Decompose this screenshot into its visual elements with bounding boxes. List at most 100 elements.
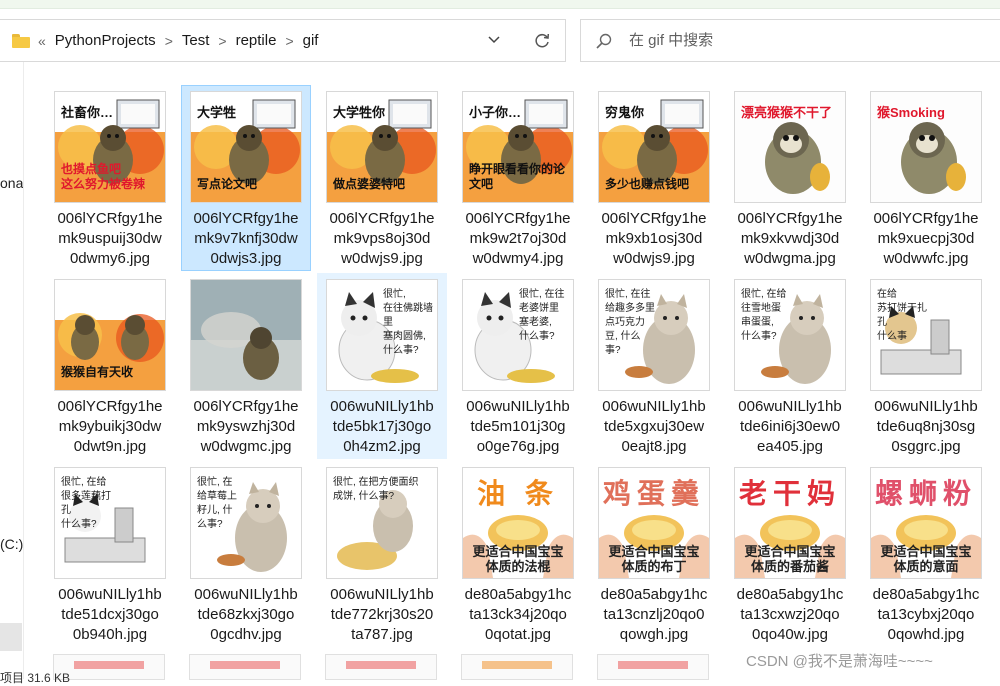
file-item[interactable]: 很忙, 在往 老婆饼里 塞老婆, 什么事? 006wuNILly1hb tde5m…	[453, 273, 583, 459]
file-name-label[interactable]: 006wuNILly1hb tde5bk17j30go 0h4zm2.jpg	[318, 397, 446, 457]
file-thumbnail[interactable]: 很忙, 在给 很多莲藕打孔 什么事?	[55, 468, 165, 578]
file-item[interactable]: 很忙, 在往 给趣多多里 点巧克力 豆, 什么 事? 006wuNILly1hb …	[589, 273, 719, 459]
file-name-label[interactable]: 006wuNILly1hb tde772krj30s20 ta787.jpg	[318, 585, 446, 645]
file-item[interactable]: 漂亮猴猴不干了 006lYCRfgy1he mk9xkvwdj30d w0dwgm…	[725, 85, 855, 271]
address-bar[interactable]: « PythonProjects > Test > reptile > gif	[0, 19, 566, 62]
partial-thumbnail[interactable]	[462, 655, 572, 679]
thumbnail-caption-text: 很忙, 在往 老婆饼里 塞老婆, 什么事?	[519, 289, 565, 342]
file-thumbnail[interactable]: 在给 苏打饼干扎孔 什么事	[871, 280, 981, 390]
file-name-label[interactable]: 006wuNILly1hb tde6ini6j30ew0 ea405.jpg	[726, 397, 854, 457]
file-thumbnail[interactable]: 社畜你… 也摸点鱼吧 这么努力被卷辣	[55, 92, 165, 202]
partial-thumbnail[interactable]	[326, 655, 436, 679]
file-name-label[interactable]: 006lYCRfgy1he mk9vps8oj30d w0dwjs9.jpg	[318, 209, 446, 269]
breadcrumb-separator-icon[interactable]: >	[165, 33, 173, 49]
file-thumbnail[interactable]: 老干妈 更适合中国宝宝 体质的番茄酱	[735, 468, 845, 578]
file-thumbnail[interactable]: 很忙, 在往佛跳墙里 塞肉圆佛, 什么事?	[327, 280, 437, 390]
file-thumbnail[interactable]: 鸡蛋羹 更适合中国宝宝 体质的布丁	[599, 468, 709, 578]
file-name-label[interactable]: 006wuNILly1hb tde5m101j30g o0ge76g.jpg	[454, 397, 582, 457]
file-name-label[interactable]: de80a5abgy1hc ta13cnzlj20qo0 qowgh.jpg	[590, 585, 718, 645]
breadcrumb-gif[interactable]: gif	[303, 32, 319, 49]
file-item[interactable]: 大学牲 写点论文吧 006lYCRfgy1he mk9v7knfj30dw 0dwj…	[181, 85, 311, 271]
file-thumbnail[interactable]: 油 条更适合中国宝宝 体质的法棍	[463, 468, 573, 578]
breadcrumb-separator-icon[interactable]: >	[285, 33, 293, 49]
file-item[interactable]: 猴Smoking 006lYCRfgy1he mk9xuecpj30d w0dww…	[861, 85, 991, 271]
thumbnail-title-text: 油 条	[477, 478, 559, 509]
file-item[interactable]: 鸡蛋羹 更适合中国宝宝 体质的布丁 de80a5abgy1hc ta13cnzlj20…	[589, 461, 719, 647]
file-item[interactable]: 在给 苏打饼干扎孔 什么事 006wuNILly1hb tde6uq8nj30sg…	[861, 273, 991, 459]
navigation-pane[interactable]: ona (C:)	[0, 62, 24, 679]
nav-item-partial[interactable]: ona	[0, 175, 23, 191]
thumbnail-caption-text: 漂亮猴猴不干了	[741, 105, 833, 120]
thumbnail-caption-text: 做点婆婆特吧	[333, 177, 406, 191]
file-name-label[interactable]: 006lYCRfgy1he mk9yswzhj30d w0dwgmc.jpg	[182, 397, 310, 457]
file-name-label[interactable]: 006wuNILly1hb tde68zkxj30go 0gcdhv.jpg	[182, 585, 310, 645]
thumbnail-caption-text: 很忙, 在往 给趣多多里 点巧克力 豆, 什么 事?	[605, 289, 655, 356]
thumbnail-caption-text: 体质的番茄酱	[750, 559, 829, 574]
file-thumbnail[interactable]: 穷鬼你 多少也赚点钱吧	[599, 92, 709, 202]
file-thumbnail[interactable]: 很忙, 在往 给趣多多里 点巧克力 豆, 什么 事?	[599, 280, 709, 390]
partial-thumbnail[interactable]	[54, 655, 164, 679]
thumbnail-caption-text: 很忙, 在往佛跳墙里 塞肉圆佛, 什么事?	[383, 289, 433, 356]
file-item[interactable]: 穷鬼你 多少也赚点钱吧 006lYCRfgy1he mk9xb1osj30d w0d…	[589, 85, 719, 271]
search-input[interactable]	[627, 31, 931, 50]
partial-thumbnail[interactable]	[598, 655, 708, 679]
file-item[interactable]: 大学牲你 做点婆婆特吧 006lYCRfgy1he mk9vps8oj30d w0d…	[317, 85, 447, 271]
chevron-down-icon[interactable]	[486, 32, 502, 48]
file-thumbnail[interactable]: 很忙, 在把方便面织 成饼, 什么事?	[327, 468, 437, 578]
file-name-label[interactable]: 006wuNILly1hb tde6uq8nj30sg 0sggrc.jpg	[862, 397, 990, 457]
file-thumbnail[interactable]: 很忙, 在给 往雪地蛋 串蛋蛋, 什么事?	[735, 280, 845, 390]
file-thumbnail[interactable]: 猴Smoking	[871, 92, 981, 202]
file-name-label[interactable]: de80a5abgy1hc ta13ck34j20qo 0qotat.jpg	[454, 585, 582, 645]
file-name-label[interactable]: 006lYCRfgy1he mk9xb1osj30d w0dwjs9.jpg	[590, 209, 718, 269]
file-item[interactable]: 猴猴自有天收 006lYCRfgy1he mk9ybuikj30dw 0dwt9n…	[45, 273, 175, 459]
breadcrumb-test[interactable]: Test	[182, 32, 210, 49]
file-thumbnail[interactable]: 大学牲你 做点婆婆特吧	[327, 92, 437, 202]
nav-item-drive-c[interactable]: (C:)	[0, 536, 23, 552]
file-name-label[interactable]: de80a5abgy1hc ta13cybxj20qo 0qowhd.jpg	[862, 585, 990, 645]
overflow-chevron-icon[interactable]: «	[38, 33, 46, 49]
file-item[interactable]: 小子你… 睁开眼看看你的论文吧 006lYCRfgy1he mk9w2t7oj30d…	[453, 85, 583, 271]
partial-thumbnail[interactable]	[190, 655, 300, 679]
file-item[interactable]: 很忙, 在 给草莓上 籽儿, 什 么事? 006wuNILly1hb tde68z…	[181, 461, 311, 647]
thumbnail-caption-text: 体质的法棍	[485, 559, 551, 574]
file-name-label[interactable]: 006wuNILly1hb tde5xgxuj30ew 0eajt8.jpg	[590, 397, 718, 457]
file-item[interactable]: 螺蛳粉 更适合中国宝宝 体质的意面 de80a5abgy1hc ta13cybxj20…	[861, 461, 991, 647]
file-name-label[interactable]: 006lYCRfgy1he mk9w2t7oj30d w0dwmy4.jpg	[454, 209, 582, 269]
file-name-label[interactable]: de80a5abgy1hc ta13cxwzj20qo 0qo40w.jpg	[726, 585, 854, 645]
file-item[interactable]: 老干妈 更适合中国宝宝 体质的番茄酱 de80a5abgy1hc ta13cxwzj2…	[725, 461, 855, 647]
nav-selected-item[interactable]	[0, 623, 22, 651]
file-name-label[interactable]: 006lYCRfgy1he mk9xuecpj30d w0dwwfc.jpg	[862, 209, 990, 269]
file-thumbnail[interactable]: 猴猴自有天收	[55, 280, 165, 390]
file-thumbnail[interactable]: 小子你… 睁开眼看看你的论文吧	[463, 92, 573, 202]
file-name-label[interactable]: 006wuNILly1hb tde51dcxj30go 0b940h.jpg	[46, 585, 174, 645]
thumbnail-caption-text: 很忙, 在 给草莓上 籽儿, 什 么事?	[197, 477, 237, 530]
breadcrumb-pythonprojects[interactable]: PythonProjects	[55, 32, 156, 49]
search-icon	[596, 33, 612, 49]
file-item[interactable]: 很忙, 在往佛跳墙里 塞肉圆佛, 什么事? 006wuNILly1hb tde5b…	[317, 273, 447, 459]
file-name-label[interactable]: 006lYCRfgy1he mk9xkvwdj30d w0dwgma.jpg	[726, 209, 854, 269]
breadcrumb-reptile[interactable]: reptile	[236, 32, 277, 49]
file-thumbnail[interactable]: 很忙, 在往 老婆饼里 塞老婆, 什么事?	[463, 280, 573, 390]
file-name-label[interactable]: 006lYCRfgy1he mk9uspuij30dw 0dwmy6.jpg	[46, 209, 174, 269]
file-item[interactable]: 006lYCRfgy1he mk9yswzhj30d w0dwgmc.jpg	[181, 273, 311, 459]
thumbnail-caption-text: 猴Smoking	[877, 105, 945, 120]
file-thumbnail[interactable]	[191, 280, 301, 390]
folder-icon	[12, 33, 30, 48]
breadcrumb-separator-icon[interactable]: >	[218, 33, 226, 49]
refresh-icon[interactable]	[532, 31, 552, 51]
search-box[interactable]	[580, 19, 1000, 62]
file-name-label[interactable]: 006lYCRfgy1he mk9ybuikj30dw 0dwt9n.jpg	[46, 397, 174, 457]
file-item[interactable]: 很忙, 在给 往雪地蛋 串蛋蛋, 什么事? 006wuNILly1hb tde6i…	[725, 273, 855, 459]
status-bar-text: 项目 31.6 KB	[0, 671, 71, 685]
file-item[interactable]: 社畜你… 也摸点鱼吧 这么努力被卷辣 006lYCRfgy1he mk9uspuij…	[45, 85, 175, 271]
file-thumbnail[interactable]: 螺蛳粉 更适合中国宝宝 体质的意面	[871, 468, 981, 578]
file-item[interactable]: 很忙, 在把方便面织 成饼, 什么事? 006wuNILly1hb tde772k…	[317, 461, 447, 647]
file-thumbnail[interactable]: 大学牲 写点论文吧	[191, 92, 301, 202]
file-item[interactable]: 油 条更适合中国宝宝 体质的法棍 de80a5abgy1hc ta13ck34j20…	[453, 461, 583, 647]
thumbnail-title-text: 螺蛳粉	[874, 478, 977, 509]
file-item[interactable]: 很忙, 在给 很多莲藕打孔 什么事? 006wuNILly1hb tde51dcx…	[45, 461, 175, 647]
file-name-label[interactable]: 006lYCRfgy1he mk9v7knfj30dw 0dwjs3.jpg	[182, 209, 310, 269]
file-thumbnail[interactable]: 漂亮猴猴不干了	[735, 92, 845, 202]
thumbnail-caption-text: 很忙, 在给 很多莲藕打孔 什么事?	[61, 477, 111, 530]
file-thumbnail[interactable]: 很忙, 在 给草莓上 籽儿, 什 么事?	[191, 468, 301, 578]
